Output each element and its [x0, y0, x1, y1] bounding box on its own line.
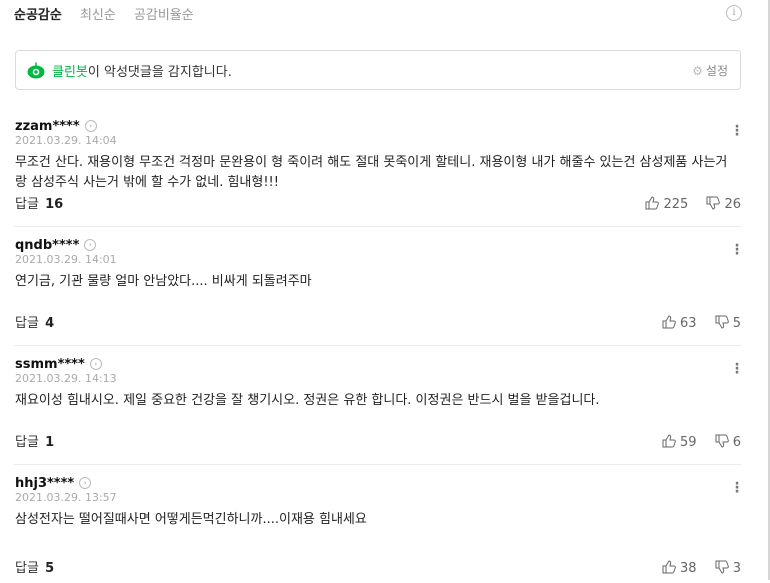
dislike-button[interactable]: 3	[715, 560, 741, 576]
sort-tab-latest[interactable]: 최신순	[80, 4, 116, 23]
dislike-button[interactable]: 5	[715, 315, 741, 331]
dislike-button[interactable]: 6	[715, 434, 741, 450]
chevron-right-icon[interactable]: ›	[79, 477, 92, 489]
cleanbot-icon	[27, 62, 45, 79]
cleanbot-banner: 클린봇이 악성댓글을 감지합니다. ⚙ 설정	[15, 50, 741, 90]
reply-button[interactable]: 답글 5	[15, 557, 54, 576]
more-options-icon[interactable]: · · ·	[733, 358, 741, 380]
cleanbot-message: 이 악성댓글을 감지합니다.	[87, 65, 232, 80]
thumbs-up-icon	[662, 315, 676, 329]
info-icon[interactable]: i	[726, 5, 742, 21]
comment-username[interactable]: hhj3****	[15, 476, 74, 491]
reply-count: 5	[45, 561, 55, 576]
comment-username[interactable]: ssmm****	[15, 357, 85, 372]
more-options-icon[interactable]: · · ·	[733, 477, 741, 499]
vote-group: 38 3	[648, 560, 741, 576]
comment-user[interactable]: hhj3**** ›	[15, 476, 92, 491]
comment-user[interactable]: qndb**** ›	[15, 238, 97, 253]
dislike-count: 6	[732, 435, 741, 450]
thumbs-down-icon	[715, 560, 729, 574]
reply-label: 답글	[15, 435, 39, 450]
reply-label: 답글	[15, 561, 39, 576]
comment-user[interactable]: ssmm**** ›	[15, 357, 102, 372]
sort-tab-likes[interactable]: 순공감순	[14, 4, 62, 23]
cleanbot-settings-button[interactable]: ⚙ 설정	[692, 62, 728, 79]
comment-date: 2021.03.29. 14:04	[15, 134, 117, 147]
comment-text: 재요이성 힘내시오. 제일 중요한 건강을 잘 챙기시오. 정권은 유한 합니다…	[15, 393, 600, 408]
chevron-right-icon[interactable]: ›	[89, 358, 102, 370]
like-button[interactable]: 59	[662, 434, 697, 450]
like-button[interactable]: 63	[662, 315, 697, 331]
like-button[interactable]: 225	[645, 196, 688, 212]
comment-user[interactable]: zzam**** ›	[15, 119, 97, 134]
dislike-button[interactable]: 26	[706, 196, 741, 212]
more-options-icon[interactable]: · · ·	[733, 120, 741, 142]
thumbs-up-icon	[645, 196, 660, 210]
comment-text: 삼성전자는 떨어질때사면 어떻게든먹긴하니까....이재용 힘내세요	[15, 512, 367, 527]
comment-date: 2021.03.29. 14:01	[15, 253, 117, 266]
dislike-count: 3	[732, 561, 741, 576]
comment-date: 2021.03.29. 14:13	[15, 372, 117, 385]
dislike-count: 26	[724, 197, 741, 212]
comment-item: ssmm**** › 2021.03.29. 14:13 · · · 재요이성 힘내시…	[14, 346, 741, 465]
comment-username[interactable]: qndb****	[15, 238, 79, 253]
like-count: 59	[680, 435, 697, 450]
thumbs-down-icon	[715, 315, 729, 329]
gear-icon: ⚙	[692, 64, 703, 78]
thumbs-down-icon	[706, 196, 721, 210]
more-options-icon[interactable]: · · ·	[733, 239, 741, 261]
like-button[interactable]: 38	[662, 560, 697, 576]
like-count: 38	[680, 561, 697, 576]
thumbs-up-icon	[662, 560, 676, 574]
vote-group: 63 5	[648, 315, 741, 331]
reply-label: 답글	[15, 316, 39, 331]
comment-item: zzam**** › 2021.03.29. 14:04 · · · 무조건 산다. …	[14, 108, 741, 227]
comment-text: 연기금, 기관 물량 얼마 안남았다.... 비싸게 되돌려주마	[15, 274, 312, 289]
cleanbot-settings-label: 설정	[705, 64, 728, 78]
reply-button[interactable]: 답글 16	[15, 193, 63, 212]
comment-item: hhj3**** › 2021.03.29. 13:57 · · · 삼성전자는 떨어…	[14, 465, 741, 583]
cleanbot-text: 클린봇이 악성댓글을 감지합니다.	[52, 61, 232, 80]
reply-count: 1	[45, 435, 55, 450]
sort-bar: 순공감순 최신순 공감비율순 i	[14, 4, 756, 24]
sort-tab-ratio[interactable]: 공감비율순	[134, 4, 194, 23]
like-count: 225	[663, 197, 689, 212]
reply-label: 답글	[15, 197, 39, 212]
comment-text: 무조건 산다. 재용이형 무조건 걱정마 문완용이 형 죽이려 해도 절대 못죽…	[15, 155, 728, 190]
dislike-count: 5	[732, 316, 741, 331]
like-count: 63	[680, 316, 697, 331]
reply-button[interactable]: 답글 1	[15, 431, 54, 450]
chevron-right-icon[interactable]: ›	[84, 120, 97, 132]
vote-group: 59 6	[648, 434, 741, 450]
comment-username[interactable]: zzam****	[15, 119, 80, 134]
reply-count: 4	[45, 316, 55, 331]
reply-button[interactable]: 답글 4	[15, 312, 54, 331]
thumbs-down-icon	[715, 434, 729, 448]
comment-item: qndb**** › 2021.03.29. 14:01 · · · 연기금, 기관 …	[14, 227, 741, 346]
thumbs-up-icon	[662, 434, 676, 448]
chevron-right-icon[interactable]: ›	[84, 239, 97, 251]
comment-date: 2021.03.29. 13:57	[15, 491, 117, 504]
vote-group: 225 26	[631, 196, 741, 212]
reply-count: 16	[45, 197, 64, 212]
cleanbot-brand[interactable]: 클린봇	[52, 65, 88, 80]
